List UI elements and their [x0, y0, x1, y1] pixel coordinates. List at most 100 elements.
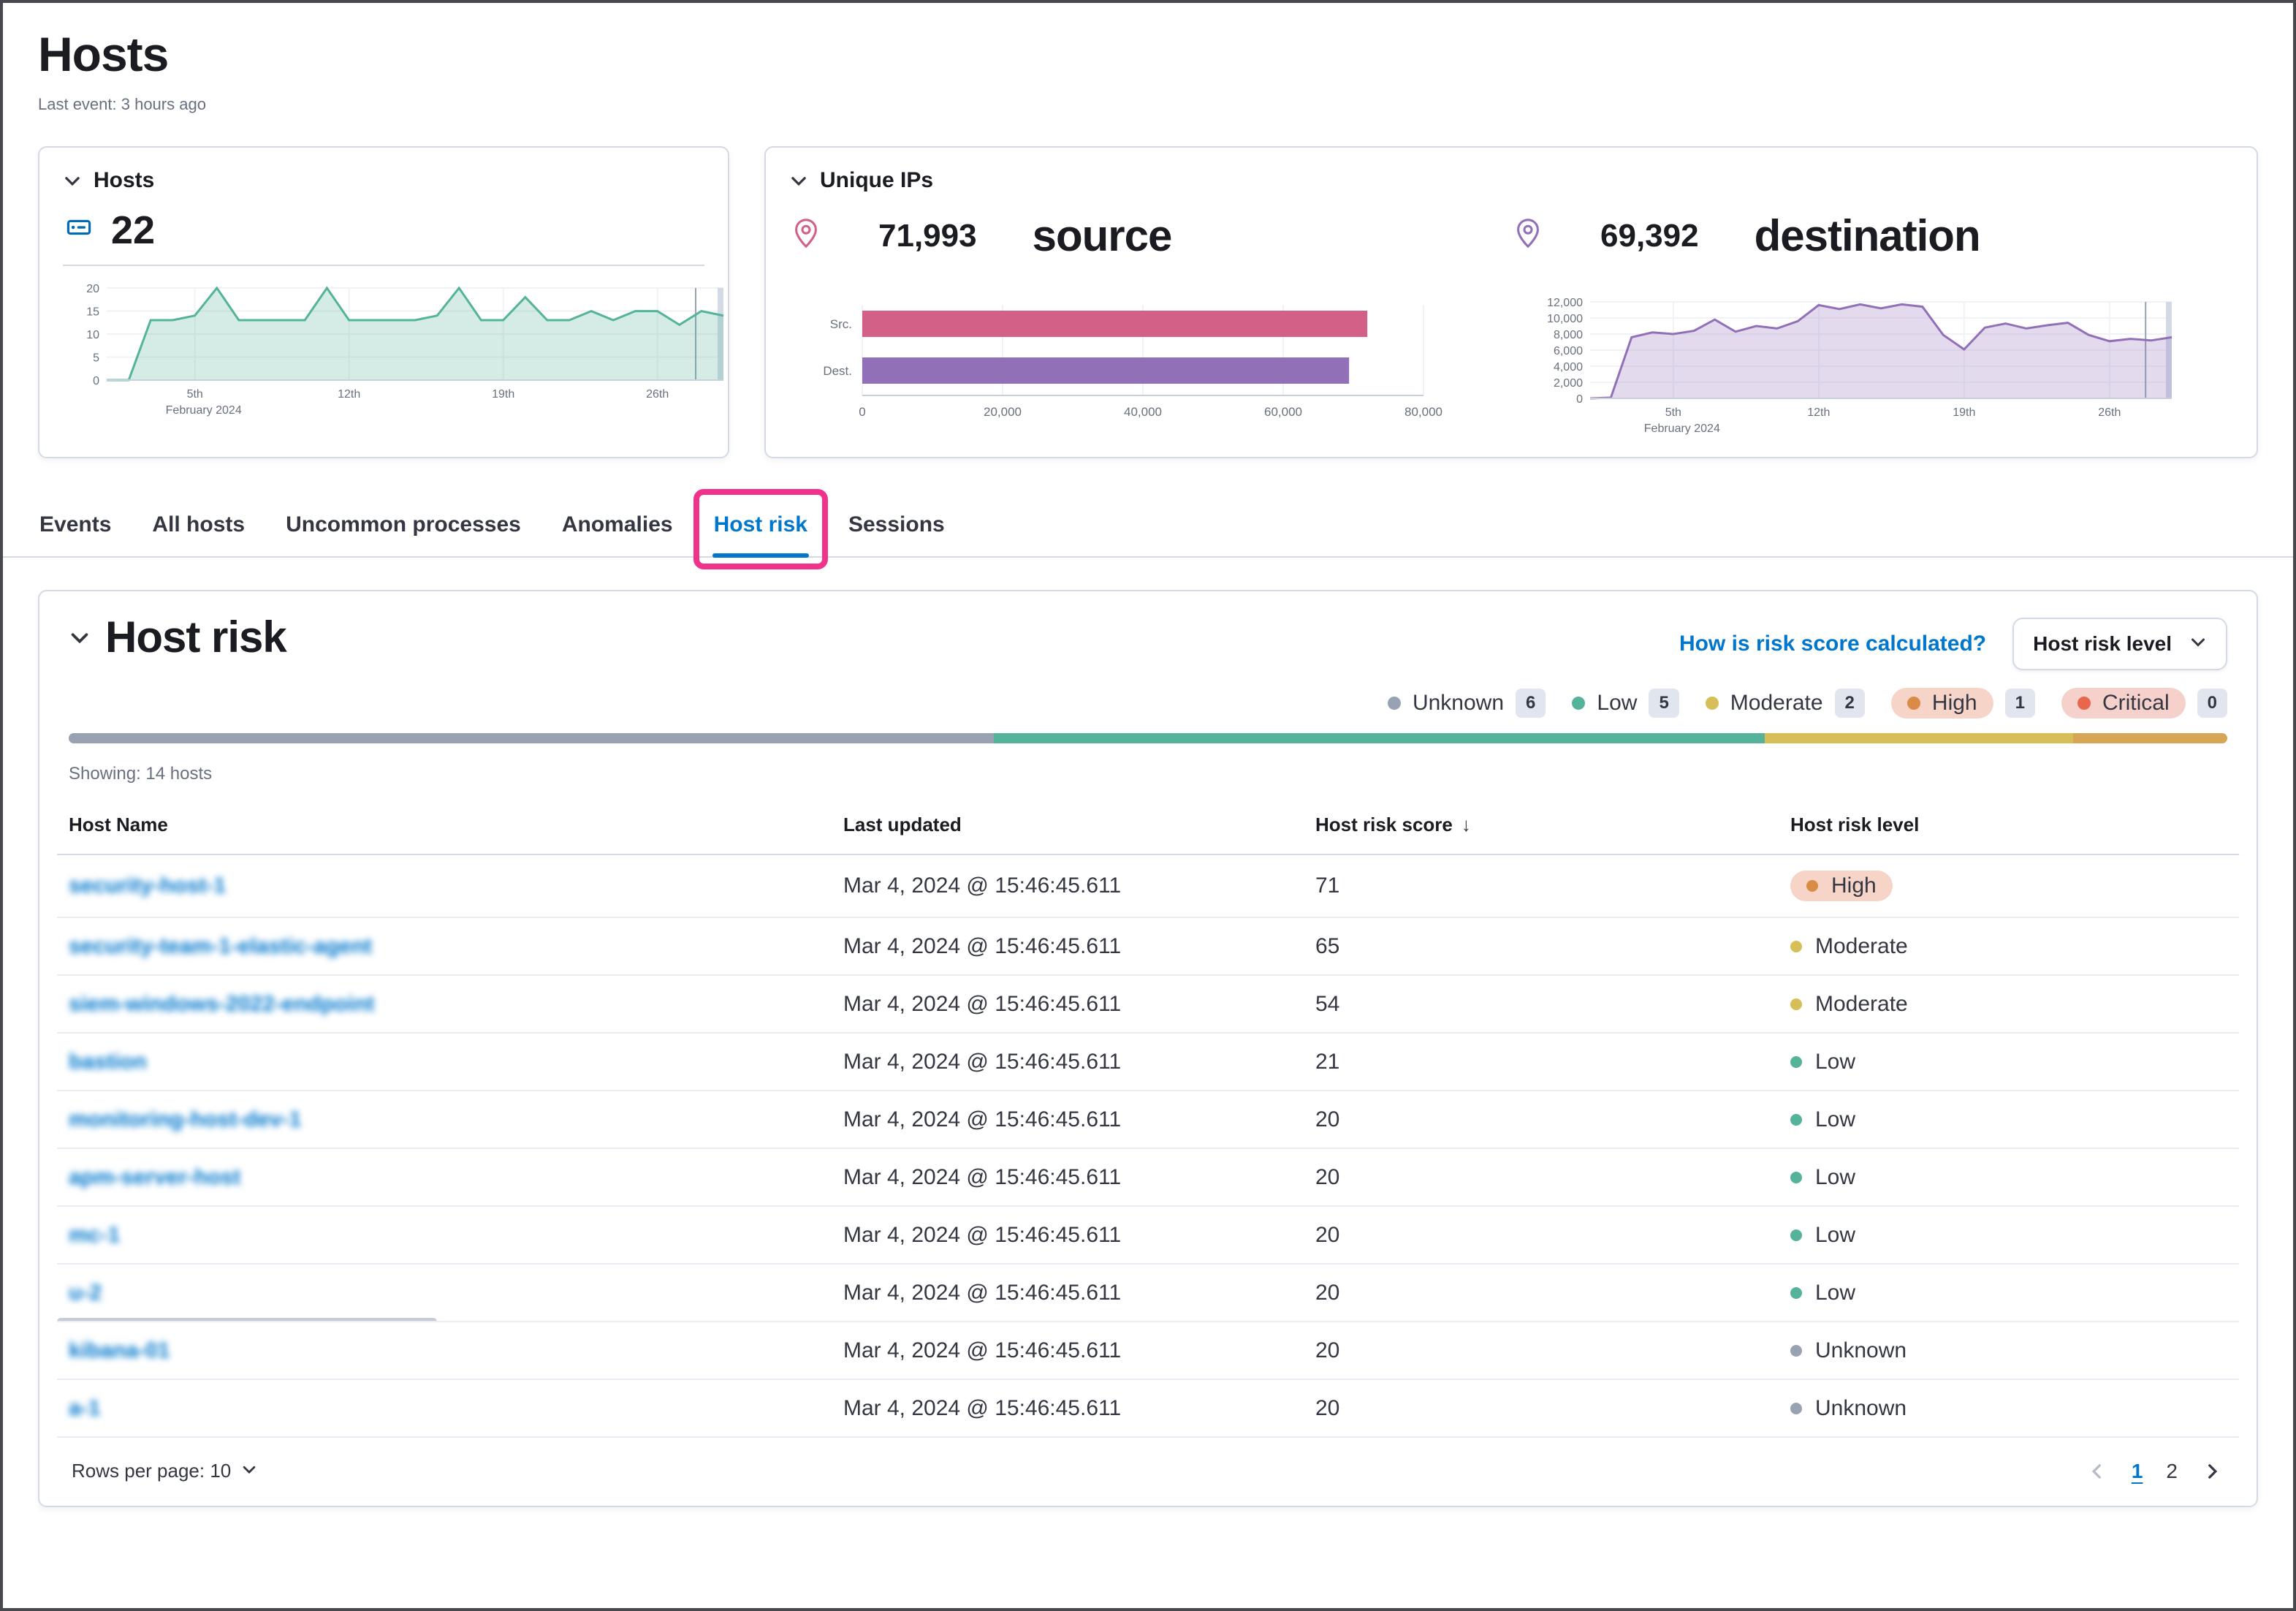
last-updated-cell: Mar 4, 2024 @ 15:46:45.611 [832, 1264, 1304, 1322]
source-ips-count: 71,993 [878, 218, 977, 254]
pagination-page-1[interactable]: 1 [2130, 1457, 2145, 1486]
host-risk-level-filter-button[interactable]: Host risk level [2012, 618, 2227, 670]
pagination-prev-button[interactable] [2082, 1456, 2113, 1487]
legend-count-badge: 5 [1649, 689, 1679, 717]
destination-ips-count: 69,392 [1600, 218, 1699, 254]
tab-host-risk[interactable]: Host risk [712, 493, 809, 556]
source-label: source [1033, 211, 1172, 261]
tab-anomalies[interactable]: Anomalies [560, 493, 674, 556]
legend-label: Critical [2102, 691, 2170, 716]
table-row: monitoring-host-dev-1Mar 4, 2024 @ 15:46… [57, 1091, 2239, 1148]
risk-level-cell: Moderate [1779, 917, 2239, 975]
host-name-link[interactable]: security-team-1-elastic-agent [69, 934, 372, 958]
host-name-link[interactable]: monitoring-host-dev-1 [69, 1107, 301, 1132]
chevron-down-icon[interactable] [69, 626, 91, 648]
risk-score-help-link[interactable]: How is risk score calculated? [1679, 632, 1986, 656]
host-name-link[interactable]: apm-server-host [69, 1165, 240, 1189]
risk-distribution-bar [69, 733, 2227, 743]
svg-text:4,000: 4,000 [1554, 361, 1583, 374]
distribution-segment-low [994, 733, 1765, 743]
divider [63, 265, 704, 266]
horizontal-scrollbar-thumb[interactable] [57, 1318, 437, 1322]
risk-level-dot-icon [1790, 1172, 1802, 1183]
svg-text:8,000: 8,000 [1554, 329, 1583, 341]
hosts-kpi-panel: Hosts 22 051015205thFebruary 202412th19t… [38, 146, 729, 458]
tab-all-hosts[interactable]: All hosts [151, 493, 246, 556]
svg-text:20: 20 [86, 283, 99, 295]
host-name-link[interactable]: siem-windows-2022-endpoint [69, 992, 374, 1016]
svg-text:February 2024: February 2024 [1644, 422, 1720, 435]
unique-ips-panel: Unique IPs 71,993 source 69,392 destinat… [764, 146, 2258, 458]
risk-level-dot-icon [1790, 1287, 1802, 1299]
distribution-segment-moderate [1765, 733, 2073, 743]
legend-count-badge: 0 [2197, 689, 2227, 717]
tab-events[interactable]: Events [38, 493, 113, 556]
host-risk-table: Host Name Last updated Host risk score↓ … [57, 799, 2239, 1438]
legend-item-unknown: Unknown6 [1388, 689, 1546, 717]
last-updated-cell: Mar 4, 2024 @ 15:46:45.611 [832, 1033, 1304, 1091]
chevron-down-icon [241, 1460, 257, 1482]
svg-text:26th: 26th [2098, 406, 2121, 419]
showing-count: Showing: 14 hosts [57, 755, 2239, 799]
svg-text:5: 5 [93, 352, 99, 365]
destination-ips-stat: 69,392 destination [1511, 211, 2233, 261]
host-risk-panel: Host risk How is risk score calculated? … [38, 590, 2258, 1507]
svg-text:19th: 19th [1953, 406, 1975, 419]
host-name-link[interactable]: a-1 [69, 1396, 100, 1420]
chevron-down-icon [2189, 632, 2207, 656]
source-ips-stat: 71,993 source [789, 211, 1511, 261]
legend-label: Moderate [1730, 691, 1823, 716]
svg-text:60,000: 60,000 [1264, 405, 1302, 419]
chevron-down-icon[interactable] [789, 171, 808, 190]
host-name-link[interactable]: security-host-1 [69, 873, 226, 898]
legend-dot-icon [2078, 697, 2091, 710]
kpi-panels: Hosts 22 051015205thFebruary 202412th19t… [3, 114, 2293, 458]
pagination-next-button[interactable] [2197, 1456, 2227, 1487]
table-row: apm-server-hostMar 4, 2024 @ 15:46:45.61… [57, 1148, 2239, 1206]
unique-ips-area-chart: 02,0004,0006,0008,00010,00012,0005thFebr… [1526, 296, 2186, 442]
last-updated-cell: Mar 4, 2024 @ 15:46:45.611 [832, 975, 1304, 1033]
hosts-panel-title: Hosts [94, 168, 154, 193]
column-header-host-name: Host Name [57, 799, 832, 854]
legend-dot-icon [1388, 697, 1401, 710]
table-row: bastionMar 4, 2024 @ 15:46:45.61121Low [57, 1033, 2239, 1091]
risk-level-dot-icon [1790, 1229, 1802, 1241]
tab-uncommon-processes[interactable]: Uncommon processes [284, 493, 522, 556]
svg-text:12th: 12th [1807, 406, 1830, 419]
unique-ips-panel-title: Unique IPs [820, 168, 933, 193]
tab-bar: Events All hosts Uncommon processes Anomali… [3, 493, 2293, 558]
svg-text:10: 10 [86, 329, 99, 341]
svg-text:15: 15 [86, 306, 99, 319]
risk-level-cell: Low [1779, 1091, 2239, 1148]
pagination-page-2[interactable]: 2 [2164, 1457, 2179, 1486]
risk-level-cell: Moderate [1779, 975, 2239, 1033]
rows-per-page-button[interactable]: Rows per page: 10 [69, 1454, 260, 1488]
host-name-link[interactable]: bastion [69, 1050, 147, 1074]
tab-sessions[interactable]: Sessions [847, 493, 946, 556]
table-row: security-host-1Mar 4, 2024 @ 15:46:45.61… [57, 854, 2239, 917]
map-pin-icon [1511, 216, 1545, 256]
risk-legend: Unknown6Low5Moderate2High1Critical0 [57, 670, 2239, 733]
risk-level-cell: Unknown [1779, 1322, 2239, 1379]
distribution-segment-unknown [69, 733, 994, 743]
hosts-count: 22 [111, 211, 155, 250]
risk-score-cell: 71 [1304, 854, 1779, 917]
pagination: 12 [2082, 1456, 2227, 1487]
risk-level-dot-icon [1790, 941, 1802, 952]
legend-item-low: Low5 [1572, 689, 1679, 717]
risk-level-badge: Low [1790, 1223, 1855, 1248]
svg-text:Dest.: Dest. [823, 364, 852, 378]
column-header-last-updated: Last updated [832, 799, 1304, 854]
chevron-down-icon[interactable] [63, 171, 82, 190]
host-name-link[interactable]: mc-1 [69, 1223, 120, 1247]
table-header-row: Host Name Last updated Host risk score↓ … [57, 799, 2239, 854]
risk-level-badge: Low [1790, 1107, 1855, 1132]
risk-score-cell: 20 [1304, 1379, 1779, 1437]
last-updated-cell: Mar 4, 2024 @ 15:46:45.611 [832, 917, 1304, 975]
risk-score-cell: 20 [1304, 1206, 1779, 1264]
column-header-host-risk-score[interactable]: Host risk score↓ [1304, 799, 1779, 854]
host-name-link[interactable]: kibana-01 [69, 1338, 170, 1362]
table-row: siem-windows-2022-endpoint Mar 4, 2024 @ … [57, 975, 2239, 1033]
host-name-link[interactable]: u-2 [69, 1281, 102, 1305]
column-header-host-risk-level: Host risk level [1779, 799, 2239, 854]
